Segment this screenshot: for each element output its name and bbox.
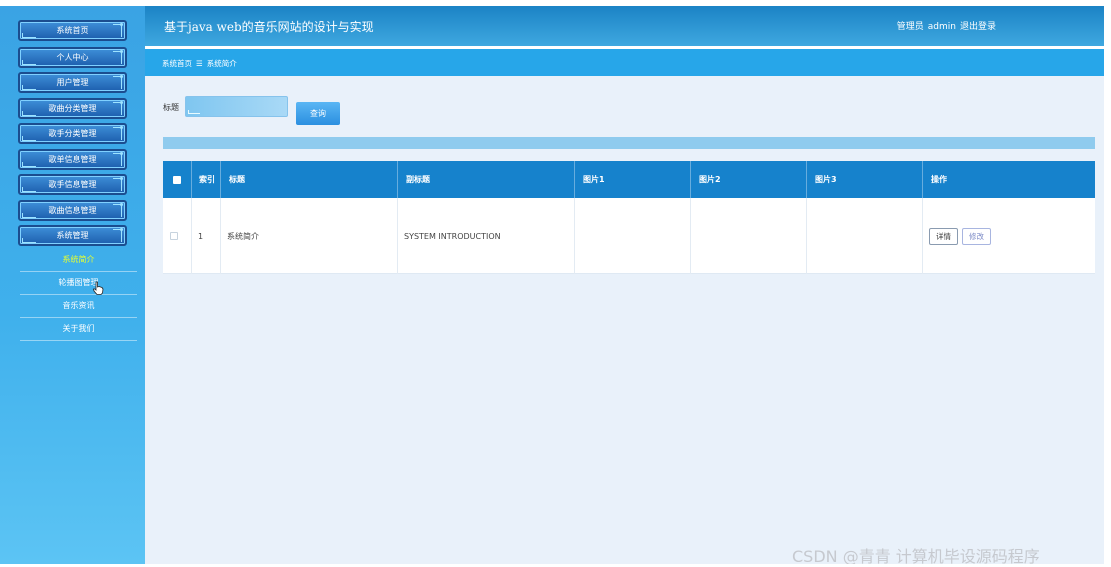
submenu-item-music-news[interactable]: 音乐资讯	[20, 295, 137, 318]
submenu-item-system-intro[interactable]: 系统简介	[20, 249, 137, 272]
top-header: 基于java web的音乐网站的设计与实现 管理员 admin 退出登录	[145, 6, 1104, 46]
menu-item-singer-category[interactable]: 歌手分类管理	[18, 123, 127, 144]
menu-item-home[interactable]: 系统首页	[18, 20, 127, 41]
corner-decoration-icon	[22, 187, 36, 192]
menu-item-label: 个人中心	[56, 53, 89, 62]
menu-item-label: 歌手分类管理	[48, 129, 97, 138]
corner-decoration-icon	[22, 85, 36, 90]
breadcrumb-home[interactable]: 系统首页	[162, 59, 192, 68]
app-window: 系统首页 个人中心 用户管理 歌曲分类管理 歌手分类管理 歌单信息管理 歌手信息…	[0, 6, 1104, 564]
breadcrumb: 系统首页 ☰ 系统简介	[162, 58, 237, 69]
submenu-item-about-us[interactable]: 关于我们	[20, 318, 137, 341]
menu-item-user-management[interactable]: 用户管理	[18, 72, 127, 93]
column-header-actions: 操作	[931, 175, 947, 184]
menu-item-label: 歌手信息管理	[48, 180, 97, 189]
search-button[interactable]: 查询	[296, 102, 340, 125]
edit-button[interactable]: 修改	[962, 227, 991, 245]
logout-link[interactable]: 退出登录	[960, 22, 996, 32]
select-all-cell	[163, 161, 192, 198]
title-search-input[interactable]	[186, 100, 287, 119]
column-header-subtitle: 副标题	[398, 161, 575, 198]
hand-pointer-icon	[92, 281, 104, 295]
row-select-cell	[163, 198, 192, 274]
table-row: 1 系统简介 SYSTEM INTRODUCTION 详情 修改	[163, 198, 1095, 274]
title-search-field[interactable]	[185, 96, 288, 119]
menu-item-label: 用户管理	[56, 78, 89, 87]
cell-image3	[807, 198, 923, 274]
submenu-item-carousel[interactable]: 轮播图管理	[20, 272, 137, 295]
column-header-image3: 图片3	[807, 161, 923, 198]
menu-item-song-category[interactable]: 歌曲分类管理	[18, 98, 127, 119]
corner-decoration-icon	[22, 60, 36, 65]
cell-title: 系统简介	[221, 198, 398, 274]
menu-item-singer-info[interactable]: 歌手信息管理	[18, 174, 127, 195]
menu-item-playlist-info[interactable]: 歌单信息管理	[18, 149, 127, 170]
column-header-index: 索引	[192, 161, 221, 198]
cell-actions: 详情 修改	[923, 198, 1095, 274]
role-label: 管理员	[896, 22, 924, 32]
column-header-image2: 图片2	[691, 161, 807, 198]
sidebar: 系统首页 个人中心 用户管理 歌曲分类管理 歌手分类管理 歌单信息管理 歌手信息…	[0, 6, 145, 564]
username: admin	[927, 22, 956, 32]
cell-subtitle: SYSTEM INTRODUCTION	[398, 198, 575, 274]
search-label: 标题	[163, 103, 179, 112]
menu-item-label: 歌曲信息管理	[48, 206, 97, 215]
column-header-title: 标题	[221, 161, 398, 198]
corner-decoration-icon	[22, 33, 36, 38]
corner-decoration-icon	[22, 162, 36, 167]
toolbar-strip	[163, 137, 1095, 149]
site-title: 基于java web的音乐网站的设计与实现	[164, 20, 374, 34]
cell-image2	[691, 198, 807, 274]
corner-decoration-icon	[22, 136, 36, 141]
select-all-checkbox[interactable]	[173, 175, 181, 184]
menu-item-label: 系统首页	[56, 26, 89, 35]
row-checkbox[interactable]	[170, 232, 178, 240]
menu-separator-icon: ☰	[196, 59, 203, 68]
corner-decoration-icon	[22, 238, 36, 243]
cell-index: 1	[192, 198, 221, 274]
corner-decoration-icon	[22, 213, 36, 218]
breadcrumb-bar: 系统首页 ☰ 系统简介	[145, 49, 1104, 76]
menu-item-label: 系统管理	[56, 231, 89, 240]
table-header: 索引 标题 副标题 图片1 图片2 图片3 操作	[163, 161, 1095, 198]
watermark: CSDN @青青 计算机毕设源码程序	[792, 547, 1040, 564]
menu-item-personal-center[interactable]: 个人中心	[18, 47, 127, 68]
breadcrumb-current: 系统简介	[206, 59, 237, 68]
menu-item-label: 歌单信息管理	[48, 155, 97, 164]
menu-item-system-management[interactable]: 系统管理	[18, 225, 127, 246]
detail-button[interactable]: 详情	[929, 227, 958, 245]
menu-item-label: 歌曲分类管理	[48, 104, 97, 113]
menu-item-song-info[interactable]: 歌曲信息管理	[18, 200, 127, 221]
corner-decoration-icon	[188, 110, 200, 114]
user-area: 管理员 admin 退出登录	[893, 19, 996, 32]
column-header-image1: 图片1	[575, 161, 691, 198]
corner-decoration-icon	[22, 111, 36, 116]
cell-image1	[575, 198, 691, 274]
